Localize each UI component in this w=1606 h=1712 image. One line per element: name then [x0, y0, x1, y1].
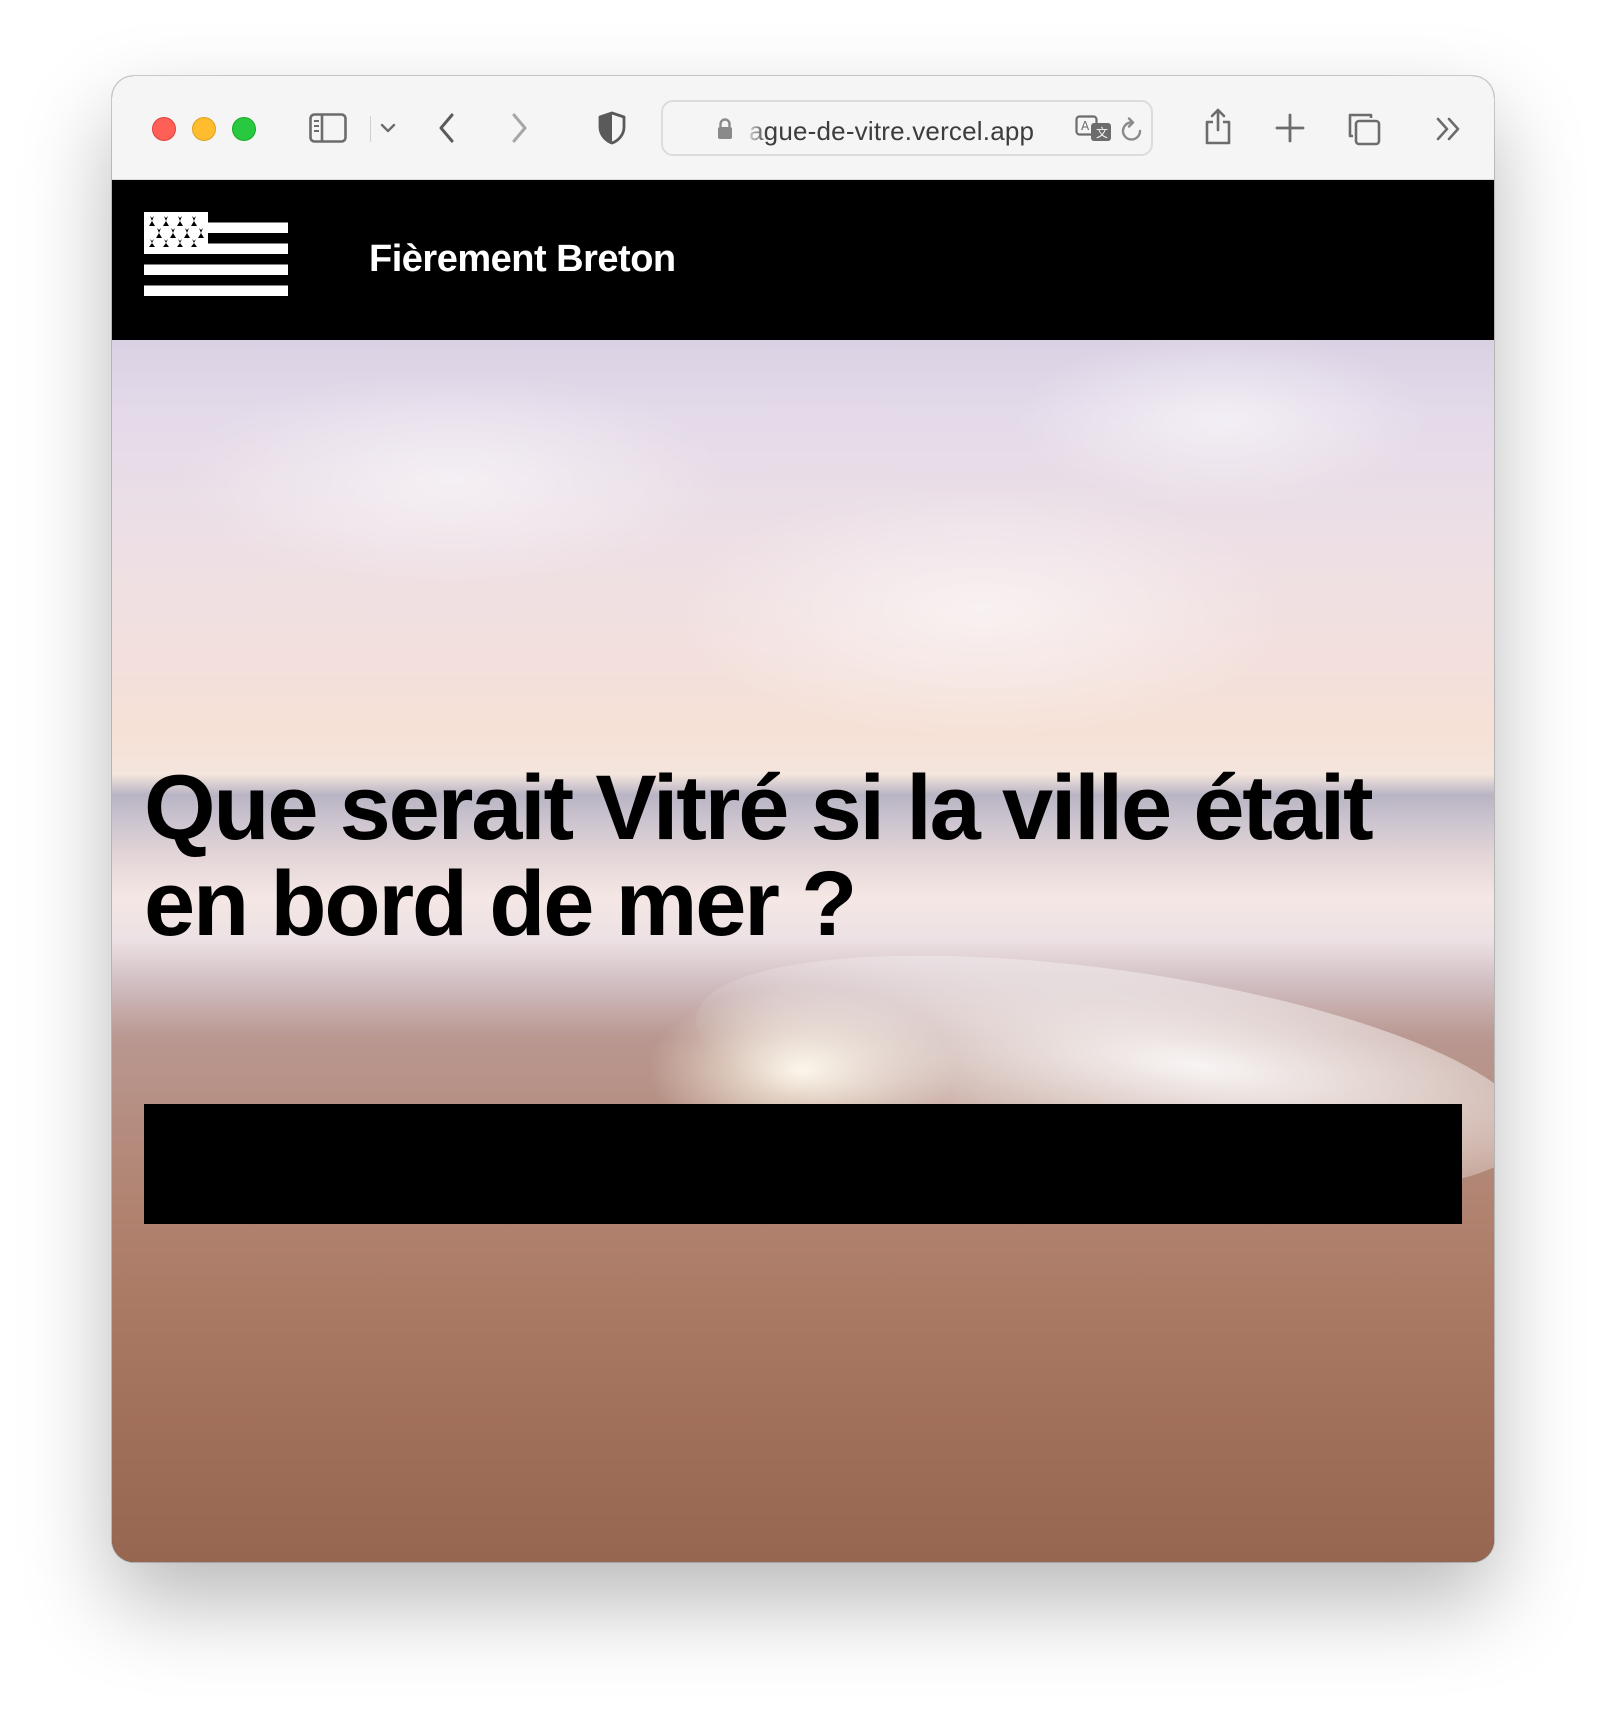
browser-window: ague-de-vitre.vercel.app A文 Fièrement Br…	[112, 76, 1494, 1562]
site-title[interactable]: Fièrement Breton	[369, 238, 676, 281]
back-icon[interactable]	[432, 110, 462, 146]
hero-cloud	[1012, 330, 1432, 510]
redacted-block	[144, 1104, 1462, 1224]
browser-toolbar: ague-de-vitre.vercel.app A文	[112, 76, 1494, 180]
more-icon[interactable]	[1434, 114, 1464, 144]
reload-icon[interactable]	[1119, 116, 1145, 144]
hero-cloud	[672, 480, 1292, 740]
page-content: Fièrement Breton Que serait Vitré si la …	[112, 180, 1494, 1562]
minimize-window-button[interactable]	[192, 117, 216, 141]
chevron-down-icon[interactable]	[378, 118, 398, 138]
svg-text:文: 文	[1096, 125, 1108, 140]
lock-icon	[715, 116, 735, 142]
share-icon[interactable]	[1202, 104, 1234, 148]
hero-cloud	[172, 370, 732, 590]
toolbar-divider	[370, 116, 371, 142]
zoom-window-button[interactable]	[232, 117, 256, 141]
breton-flag-logo[interactable]	[144, 212, 288, 296]
translate-icon[interactable]: A文	[1075, 114, 1113, 144]
hero-headline: Que serait Vitré si la ville était en bo…	[144, 757, 1374, 955]
sidebar-icon[interactable]	[308, 110, 348, 146]
new-tab-icon[interactable]	[1274, 112, 1306, 144]
tabs-overview-icon[interactable]	[1345, 110, 1383, 148]
site-header: Fièrement Breton	[112, 180, 1494, 340]
svg-text:A: A	[1081, 119, 1090, 133]
forward-icon[interactable]	[504, 110, 534, 146]
url-fade	[745, 112, 767, 146]
address-bar[interactable]: ague-de-vitre.vercel.app A文	[661, 100, 1153, 156]
url-text: ague-de-vitre.vercel.app	[749, 116, 1035, 146]
shield-icon[interactable]	[596, 109, 628, 147]
close-window-button[interactable]	[152, 117, 176, 141]
